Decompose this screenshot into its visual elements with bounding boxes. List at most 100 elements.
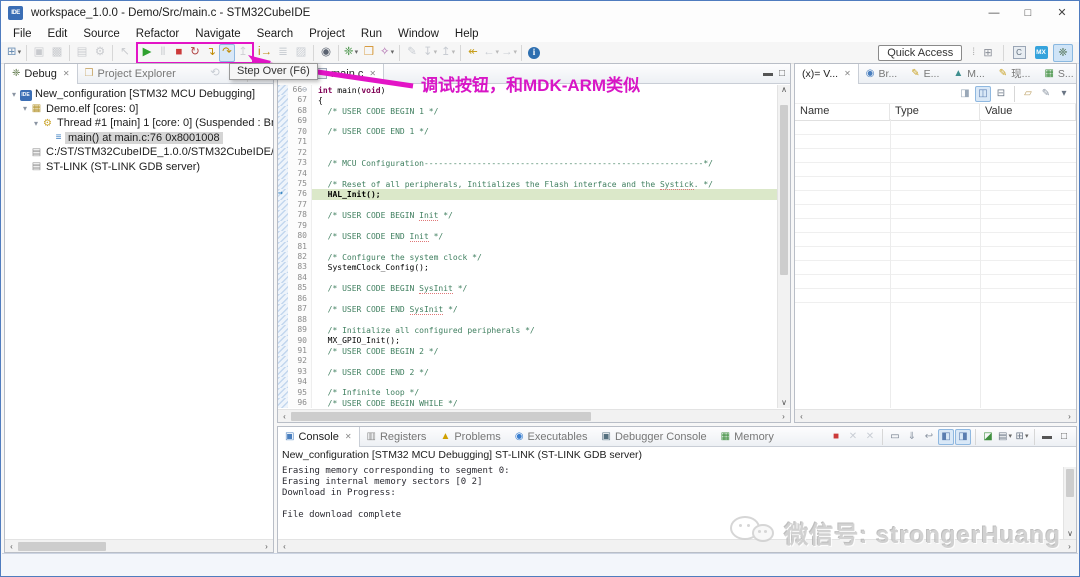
terminate-console-icon[interactable]: ■ [828, 429, 844, 445]
editor-ruler[interactable] [278, 367, 288, 377]
code-editor[interactable]: 66⊖int main(void)67{68 /* USER CODE BEGI… [278, 85, 777, 408]
clear-console-icon[interactable]: ▭ [887, 429, 903, 445]
menu-search[interactable]: Search [249, 27, 301, 41]
menu-file[interactable]: File [5, 27, 40, 41]
info-icon[interactable]: i [525, 44, 543, 62]
word-wrap-icon[interactable]: ↩ [921, 429, 937, 445]
scrollbar-thumb[interactable] [291, 412, 591, 421]
editor-ruler[interactable] [278, 273, 288, 283]
editor-ruler[interactable] [278, 200, 288, 210]
column-header-name[interactable]: Name [795, 104, 890, 120]
show-stderr-icon[interactable]: ◨ [955, 429, 971, 445]
editor-ruler[interactable] [278, 127, 288, 137]
restart-icon[interactable]: ↻ [187, 44, 203, 62]
maximize-button[interactable]: □ [1011, 1, 1045, 25]
console-tab-problems[interactable]: ▲Problems [433, 427, 507, 447]
editor-ruler[interactable] [278, 356, 288, 366]
step-into-icon[interactable]: ↴ [203, 44, 219, 62]
suspend-icon[interactable]: Ⅱ [155, 44, 171, 62]
open-console-icon[interactable]: ⊞▾ [1014, 429, 1030, 445]
editor-ruler[interactable] [278, 137, 288, 147]
editor-vertical-scrollbar[interactable]: ∧ ∨ [777, 85, 790, 408]
table-row[interactable] [795, 275, 1076, 289]
variables-tab-[interactable]: ✎现... [992, 64, 1038, 84]
dropdown-arrow-icon[interactable]: ▾ [1008, 428, 1012, 445]
minimize-console-icon[interactable]: ▬ [1039, 429, 1055, 445]
editor-ruler[interactable] [278, 148, 288, 158]
console-tab-debuggerconsole[interactable]: ▣Debugger Console [594, 427, 713, 447]
menu-refactor[interactable]: Refactor [128, 27, 187, 41]
editor-ruler[interactable] [278, 169, 288, 179]
remove-all-launches-icon[interactable]: ✕ [862, 429, 878, 445]
scroll-down-icon[interactable]: ∨ [778, 398, 790, 407]
editor-ruler[interactable] [278, 95, 288, 105]
tree-row[interactable]: ▾IDENew_configuration [STM32 MCU Debuggi… [5, 87, 273, 102]
expand-chevron-icon[interactable]: ▾ [31, 119, 41, 128]
minimize-editor-icon[interactable]: ▬ [763, 68, 773, 79]
table-row[interactable] [795, 163, 1076, 177]
view-menu-icon[interactable]: ▾ [1056, 86, 1072, 102]
scrollbar-thumb[interactable] [780, 105, 788, 275]
select-element-icon[interactable]: ↖ [116, 44, 134, 62]
table-row[interactable] [795, 233, 1076, 247]
editor-ruler[interactable] [278, 315, 288, 325]
expand-chevron-icon[interactable]: ▾ [20, 104, 30, 113]
back-icon[interactable]: ←▾ [482, 44, 500, 62]
editor-ruler[interactable] [278, 221, 288, 231]
table-row[interactable] [795, 135, 1076, 149]
editor-ruler[interactable]: → [278, 189, 288, 199]
external-tools-icon[interactable]: ✧▾ [378, 44, 396, 62]
debug-tab-debug[interactable]: ❈Debug✕ [5, 64, 78, 84]
table-row[interactable] [795, 219, 1076, 233]
console-vertical-scrollbar[interactable]: ∨ [1063, 467, 1076, 539]
build-binary-icon[interactable]: ▤ [73, 44, 91, 62]
expand-chevron-icon[interactable]: ▾ [9, 90, 19, 99]
maximize-console-icon[interactable]: □ [1056, 429, 1072, 445]
show-logical-structure-icon[interactable]: ◫ [975, 86, 991, 102]
forward-icon[interactable]: →▾ [500, 44, 518, 62]
dropdown-arrow-icon[interactable]: ▾ [1025, 428, 1029, 445]
editor-ruler[interactable] [278, 388, 288, 398]
editor-ruler[interactable] [278, 158, 288, 168]
show-type-names-icon[interactable]: ◨ [957, 86, 973, 102]
dropdown-arrow-icon[interactable]: ▾ [18, 44, 22, 61]
editor-ruler[interactable] [278, 377, 288, 387]
console-tab-registers[interactable]: ▥Registers [360, 427, 434, 447]
scrollbar-thumb[interactable] [18, 542, 106, 551]
display-console-icon[interactable]: ▤▾ [997, 429, 1013, 445]
table-row[interactable] [795, 149, 1076, 163]
menu-window[interactable]: Window [390, 27, 447, 41]
dropdown-arrow-icon[interactable]: ▾ [434, 44, 438, 61]
table-row[interactable] [795, 247, 1076, 261]
step-over-icon[interactable]: ↷ [219, 44, 235, 62]
step-return-icon[interactable]: ↥ [235, 44, 251, 62]
close-tab-icon[interactable]: ✕ [345, 432, 352, 441]
power-icon[interactable]: ◉ [317, 44, 335, 62]
table-row[interactable] [795, 261, 1076, 275]
dropdown-arrow-icon[interactable]: ▾ [452, 44, 456, 61]
editor-ruler[interactable] [278, 283, 288, 293]
editor-ruler[interactable] [278, 85, 288, 95]
tree-row[interactable]: ▾▦Demo.elf [cores: 0] [5, 102, 273, 117]
scroll-left-icon[interactable]: ‹ [795, 412, 808, 421]
cubemx-perspective-icon[interactable]: MX [1031, 44, 1051, 62]
pin-console-icon[interactable]: ◪ [980, 429, 996, 445]
dropdown-arrow-icon[interactable]: ▾ [391, 44, 395, 61]
table-row[interactable] [795, 177, 1076, 191]
new-wizard-icon[interactable]: ⊞▾ [5, 44, 23, 62]
dropdown-arrow-icon[interactable]: ▾ [496, 44, 500, 61]
use-step-filters-icon[interactable]: ▨ [292, 44, 310, 62]
editor-ruler[interactable] [278, 116, 288, 126]
editor-ruler[interactable] [278, 294, 288, 304]
editor-ruler[interactable] [278, 336, 288, 346]
open-folder-icon[interactable]: ❒ [360, 44, 378, 62]
scroll-right-icon[interactable]: › [1063, 542, 1076, 551]
minimize-button[interactable]: — [977, 1, 1011, 25]
variables-tab-br[interactable]: ◉Br... [859, 64, 904, 84]
remove-all-terminated-icon[interactable]: ⟲ [206, 65, 224, 83]
variables-tab-xv[interactable]: (x)= V...✕ [795, 64, 859, 84]
column-header-value[interactable]: Value [980, 104, 1076, 120]
save-icon[interactable]: ▣ [30, 44, 48, 62]
tree-row[interactable]: ▤C:/ST/STM32CubeIDE_1.0.0/STM32CubeIDE/p… [5, 145, 273, 160]
cpp-perspective-icon[interactable]: C [1009, 44, 1029, 62]
